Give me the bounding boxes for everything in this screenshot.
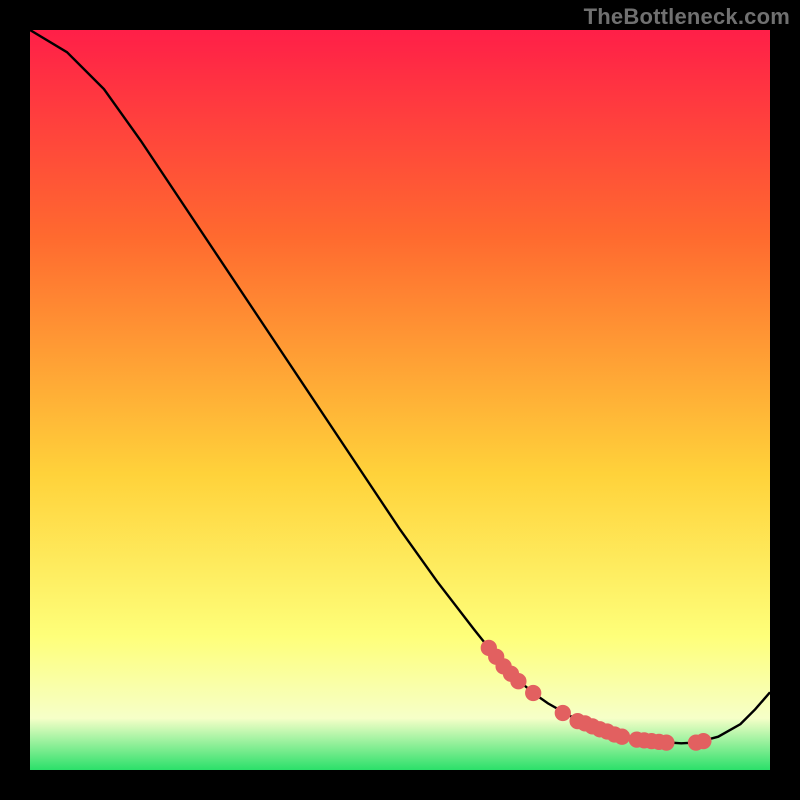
highlight-dot	[510, 673, 526, 689]
curve-layer	[30, 30, 770, 770]
highlight-dot	[555, 705, 571, 721]
bottleneck-curve	[30, 30, 770, 743]
highlight-dot	[614, 729, 630, 745]
watermark-text: TheBottleneck.com	[584, 4, 790, 30]
highlight-dot	[695, 733, 711, 749]
highlight-dot	[658, 734, 674, 750]
plot-area	[30, 30, 770, 770]
highlight-markers	[481, 640, 712, 751]
chart-stage: TheBottleneck.com	[0, 0, 800, 800]
highlight-dot	[525, 685, 541, 701]
